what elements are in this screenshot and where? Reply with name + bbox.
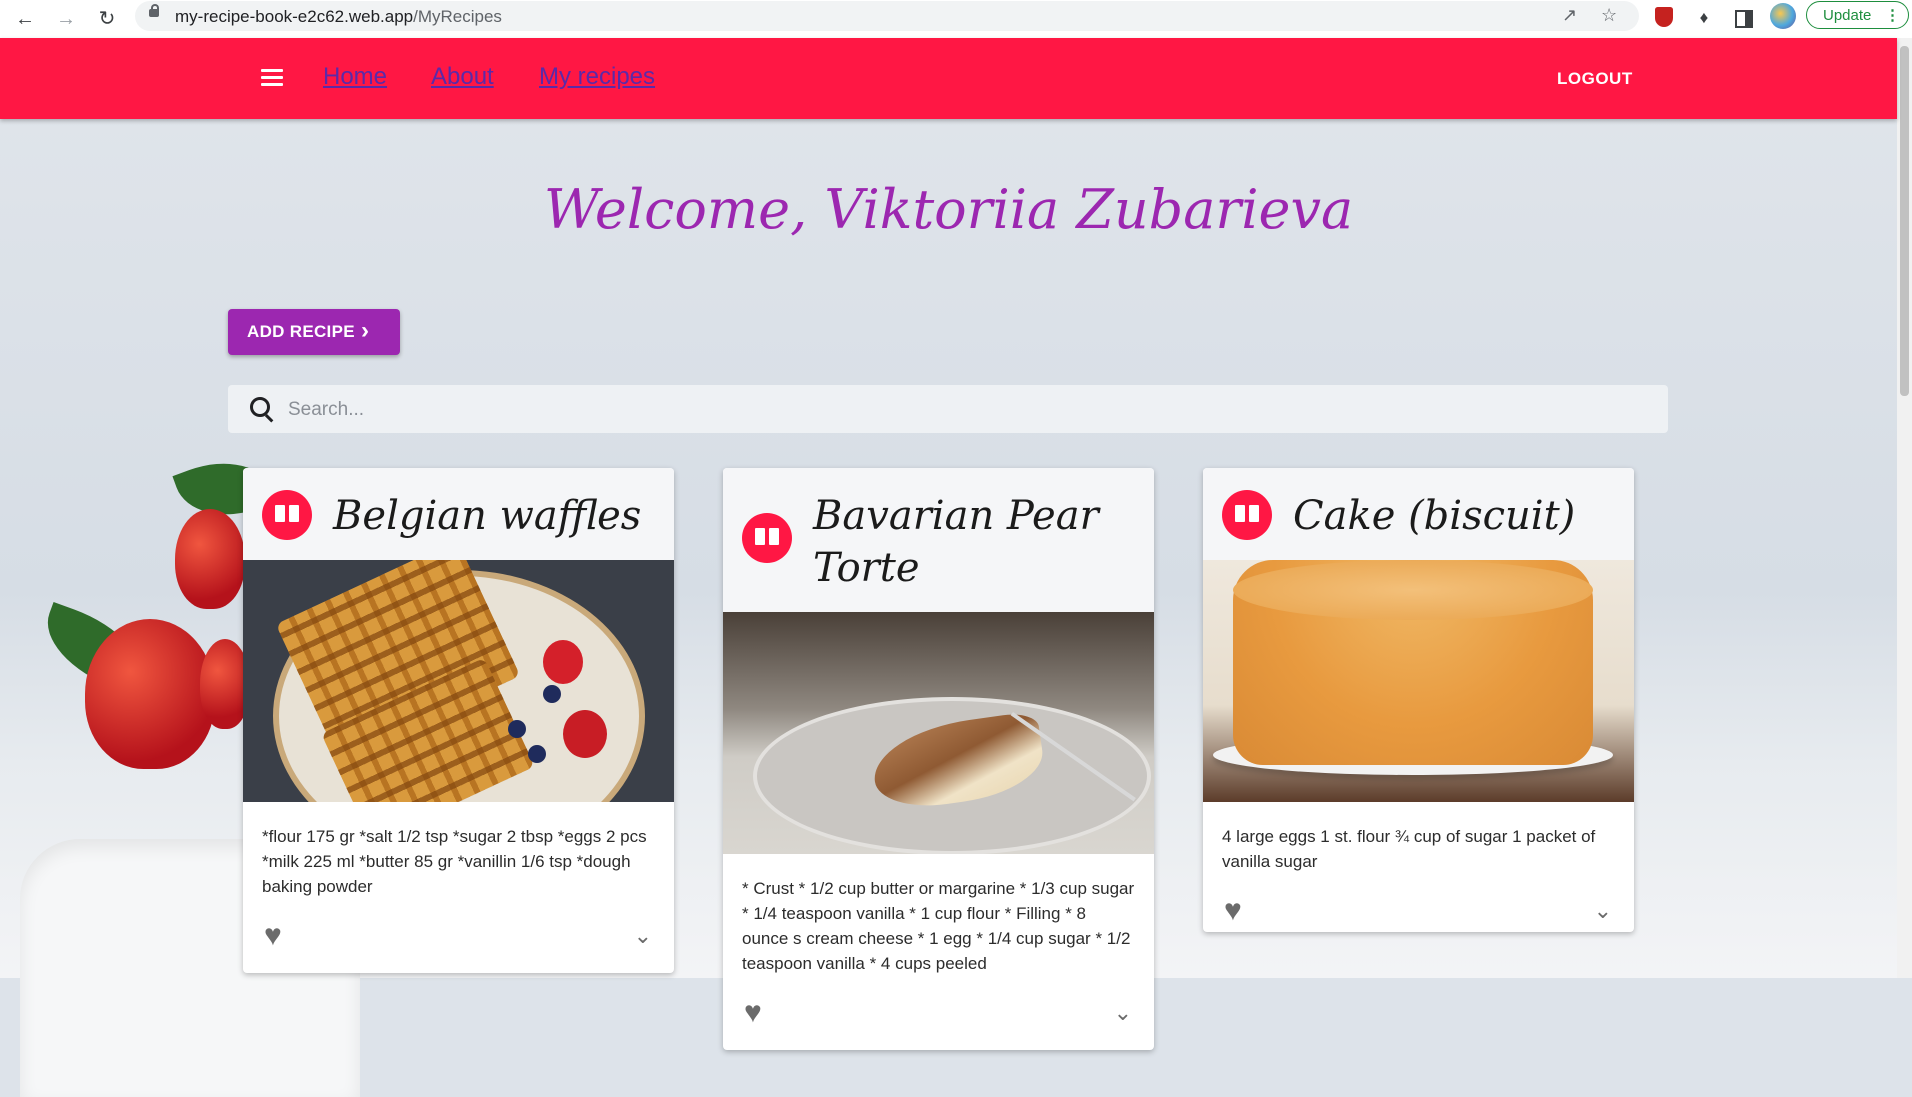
recipe-avatar bbox=[742, 513, 792, 563]
menu-icon[interactable] bbox=[261, 69, 283, 87]
card-actions: ♥ ⌄ bbox=[243, 913, 674, 973]
page-scrollbar[interactable] bbox=[1897, 38, 1912, 978]
card-header: Cake (biscuit) bbox=[1203, 468, 1634, 560]
blueberry-decoration bbox=[528, 745, 546, 763]
book-icon bbox=[1235, 505, 1259, 524]
nav-link-my-recipes[interactable]: My recipes bbox=[539, 63, 655, 91]
card-header: Bavarian Pear Torte bbox=[723, 468, 1154, 612]
recipe-image bbox=[723, 612, 1154, 854]
search-icon bbox=[250, 397, 270, 417]
nav-link-about[interactable]: About bbox=[431, 63, 494, 91]
reload-icon[interactable]: ↻ bbox=[94, 6, 120, 32]
nav-link-home[interactable]: Home bbox=[323, 63, 387, 91]
heart-icon[interactable]: ♥ bbox=[264, 921, 290, 951]
recipe-title: Bavarian Pear Torte bbox=[813, 493, 1099, 591]
heart-icon[interactable]: ♥ bbox=[1224, 896, 1250, 926]
strawberry-decoration bbox=[85, 619, 215, 769]
recipe-card[interactable]: Cake (biscuit) 4 large eggs 1 st. flour … bbox=[1203, 468, 1634, 932]
card-header: Belgian waffles bbox=[243, 468, 674, 560]
recipe-card[interactable]: Belgian waffles *flour 175 gr *salt 1/2 … bbox=[243, 468, 674, 973]
strawberry-decoration bbox=[563, 710, 607, 758]
recipe-image bbox=[1203, 560, 1634, 802]
chevron-right-icon: › bbox=[361, 317, 369, 344]
recipe-card[interactable]: Bavarian Pear Torte * Crust * 1/2 cup bu… bbox=[723, 468, 1154, 1050]
welcome-heading: Welcome, Viktoriia Zubarieva bbox=[543, 178, 1354, 241]
star-icon[interactable]: ☆ bbox=[1601, 5, 1617, 26]
search-input[interactable] bbox=[286, 395, 1650, 425]
back-arrow-icon[interactable]: ← bbox=[12, 6, 38, 32]
forward-arrow-icon[interactable]: → bbox=[53, 6, 79, 32]
recipe-avatar bbox=[262, 490, 312, 540]
url-text: my-recipe-book-e2c62.web.app/MyRecipes bbox=[175, 7, 502, 26]
lock-icon bbox=[149, 4, 159, 17]
side-panel-icon[interactable] bbox=[1735, 10, 1753, 28]
card-actions: ♥ ⌄ bbox=[723, 990, 1154, 1050]
recipe-image bbox=[243, 560, 674, 802]
search-bar bbox=[228, 385, 1668, 433]
chevron-down-icon[interactable]: ⌄ bbox=[634, 923, 652, 949]
recipe-description: * Crust * 1/2 cup butter or margarine * … bbox=[742, 879, 1135, 973]
address-bar[interactable]: my-recipe-book-e2c62.web.app/MyRecipes ↗… bbox=[135, 1, 1639, 31]
more-icon[interactable]: ⋮ bbox=[1885, 2, 1900, 30]
blueberry-decoration bbox=[508, 720, 526, 738]
recipe-title: Cake (biscuit) bbox=[1293, 493, 1576, 539]
add-recipe-label: ADD RECIPE bbox=[247, 322, 355, 341]
blueberry-decoration bbox=[543, 685, 561, 703]
profile-avatar[interactable] bbox=[1770, 3, 1796, 29]
app-bar: Home About My recipes LOGOUT bbox=[0, 38, 1897, 119]
share-icon[interactable]: ↗ bbox=[1562, 5, 1577, 26]
browser-toolbar: ← → ↻ my-recipe-book-e2c62.web.app/MyRec… bbox=[0, 0, 1912, 38]
book-icon bbox=[275, 505, 299, 524]
cake-top-decoration bbox=[1233, 560, 1593, 620]
extension-shield-icon[interactable] bbox=[1655, 7, 1673, 27]
recipe-title: Belgian waffles bbox=[333, 493, 642, 539]
add-recipe-button[interactable]: ADD RECIPE › bbox=[228, 309, 400, 355]
card-actions: ♥ ⌄ bbox=[1203, 888, 1634, 932]
strawberry-decoration bbox=[543, 640, 583, 684]
chevron-down-icon[interactable]: ⌄ bbox=[1114, 1000, 1132, 1026]
heart-icon[interactable]: ♥ bbox=[744, 998, 770, 1028]
logout-button[interactable]: LOGOUT bbox=[1557, 69, 1633, 89]
recipe-description: *flour 175 gr *salt 1/2 tsp *sugar 2 tbs… bbox=[262, 827, 647, 896]
recipe-avatar bbox=[1222, 490, 1272, 540]
puzzle-icon[interactable]: ♦ bbox=[1692, 6, 1716, 30]
update-button[interactable]: Update ⋮ bbox=[1806, 1, 1909, 29]
chevron-down-icon[interactable]: ⌄ bbox=[1594, 898, 1612, 924]
book-icon bbox=[755, 528, 779, 547]
strawberry-decoration bbox=[175, 509, 245, 609]
scrollbar-thumb[interactable] bbox=[1900, 46, 1909, 396]
recipe-description: 4 large eggs 1 st. flour ¾ cup of sugar … bbox=[1222, 827, 1596, 871]
